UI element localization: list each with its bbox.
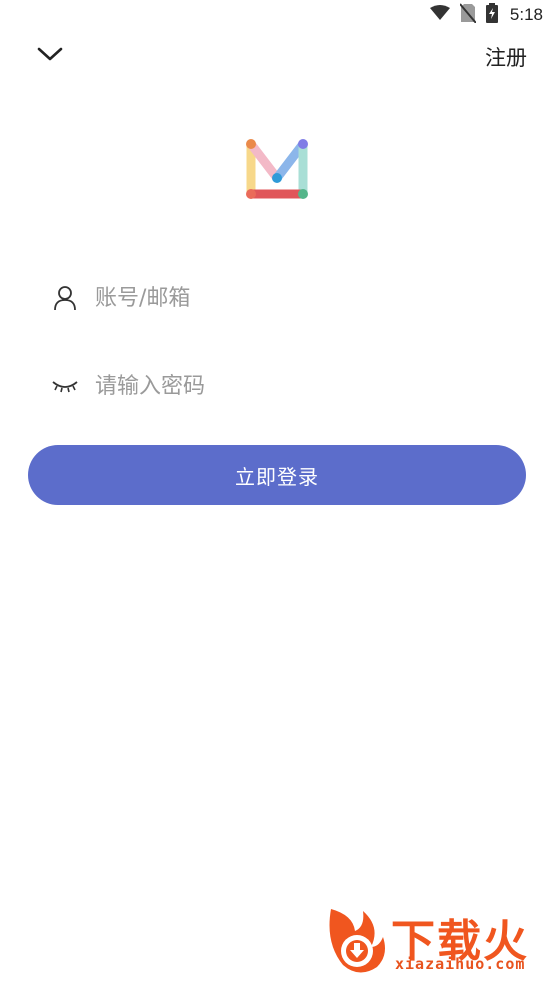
chevron-down-icon	[36, 45, 64, 67]
account-input[interactable]	[95, 280, 525, 316]
status-icons: 5:18	[429, 3, 543, 27]
user-icon	[52, 285, 78, 311]
mail-logo	[241, 136, 313, 204]
account-field	[52, 278, 525, 318]
password-input[interactable]	[95, 368, 525, 404]
wifi-icon	[429, 5, 450, 25]
collapse-button[interactable]	[32, 40, 68, 72]
password-field	[52, 366, 525, 406]
watermark-url: xiazaihuo.com	[395, 955, 526, 973]
battery-charging-icon	[485, 3, 498, 27]
no-sim-icon	[459, 3, 477, 27]
status-time: 5:18	[509, 5, 543, 24]
status-bar: 5:18	[0, 0, 553, 30]
login-button[interactable]: 立即登录	[28, 445, 526, 505]
eye-closed-icon[interactable]	[52, 373, 78, 399]
register-link[interactable]: 注册	[485, 42, 527, 72]
watermark: 下载火 xiazaihuo.com	[323, 899, 547, 979]
